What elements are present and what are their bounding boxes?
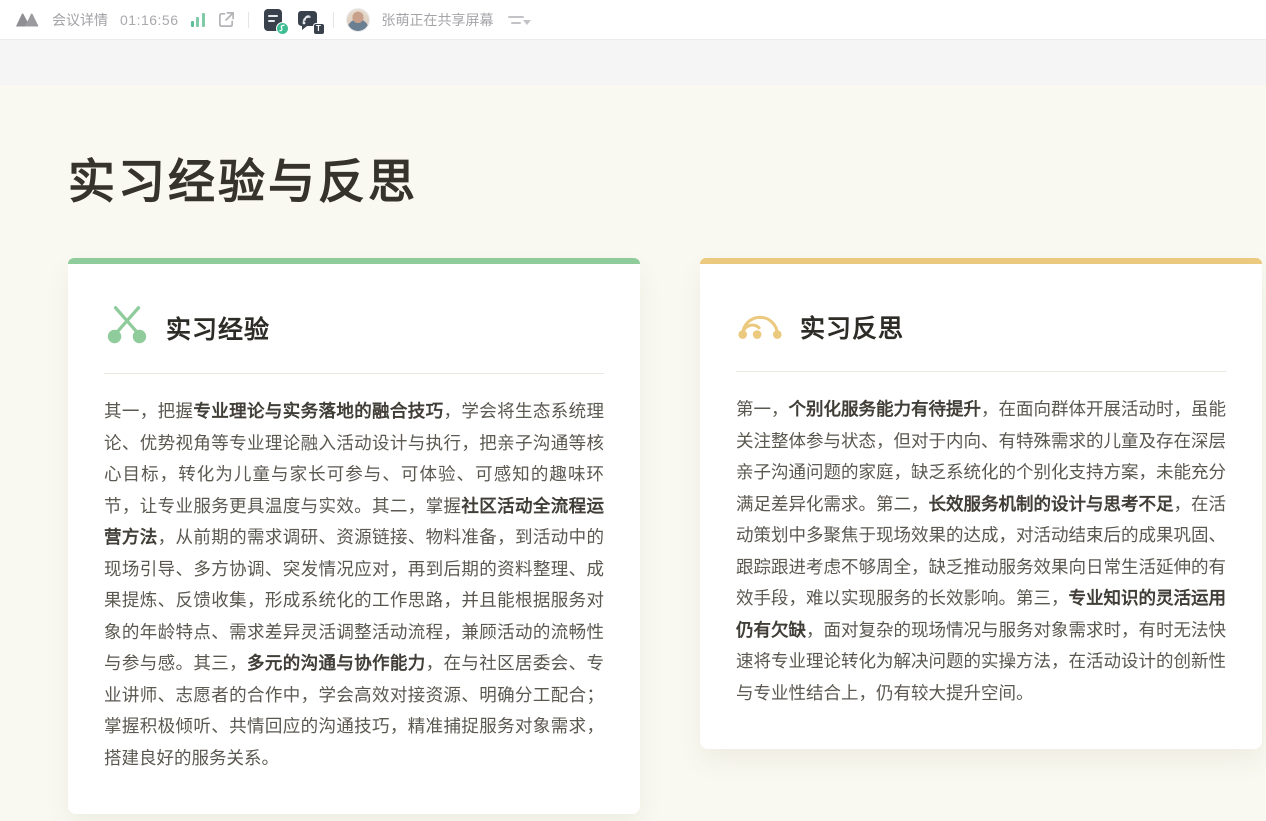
shared-document: 实习经验与反思 实习	[0, 85, 1266, 820]
translate-badge: T	[313, 23, 325, 35]
share-options-icon[interactable]	[508, 7, 524, 33]
screen-share-status: 张萌正在共享屏幕	[382, 10, 494, 30]
experience-card-title: 实习经验	[166, 310, 270, 346]
network-signal-icon	[191, 12, 205, 27]
experience-card-text: 其一，把握专业理论与实务落地的融合技巧，学会将生态系统理论、优势视角等专业理论融…	[104, 396, 604, 774]
divider	[248, 12, 249, 28]
recording-badge-icon	[276, 22, 289, 35]
smart-recording-app-icon[interactable]	[261, 8, 285, 32]
translate-app-icon[interactable]: T	[297, 8, 321, 32]
presenter-avatar[interactable]	[346, 8, 370, 32]
reflection-card: 实习反思 第一，个别化服务能力有待提升，在面向群体开展活动时，虽能关注整体参与状…	[700, 258, 1262, 749]
experience-card-header: 实习经验	[104, 302, 604, 374]
meeting-top-bar: 会议详情 01:16:56	[0, 0, 1266, 40]
meeting-details-link[interactable]: 会议详情	[52, 10, 108, 30]
reflection-card-text: 第一，个别化服务能力有待提升，在面向群体开展活动时，虽能关注整体参与状态，但对于…	[736, 394, 1226, 709]
cards-row: 实习经验 其一，把握专业理论与实务落地的融合技巧，学会将生态系统理论、优势视角等…	[68, 258, 1266, 814]
reflection-card-header: 实习反思	[736, 302, 1226, 372]
toolbar-band	[0, 40, 1266, 85]
meeting-app-logo-icon	[14, 7, 40, 33]
external-link-icon[interactable]	[217, 7, 236, 33]
golf-clubs-icon	[104, 302, 150, 353]
experience-card: 实习经验 其一，把握专业理论与实务落地的融合技巧，学会将生态系统理论、优势视角等…	[68, 258, 640, 814]
divider	[333, 12, 334, 28]
double-arc-icon	[736, 302, 784, 351]
meeting-timer: 01:16:56	[120, 12, 179, 28]
reflection-card-title: 实习反思	[800, 309, 904, 345]
page-title: 实习经验与反思	[68, 143, 1266, 212]
